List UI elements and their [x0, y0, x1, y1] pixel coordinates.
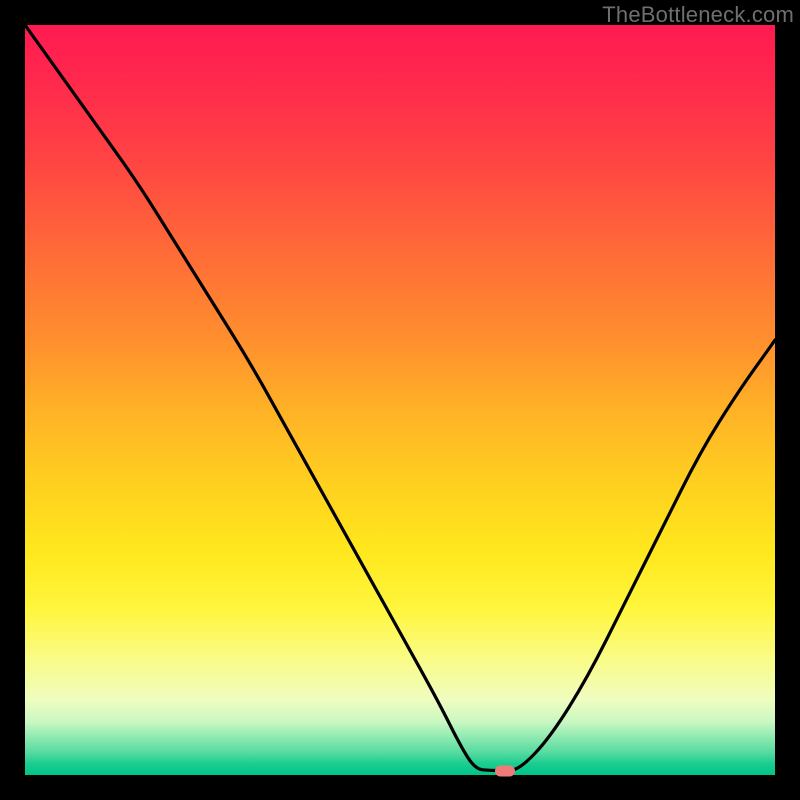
optimal-marker [495, 765, 515, 776]
bottleneck-curve [25, 25, 775, 775]
plot-area [25, 25, 775, 775]
chart-frame: TheBottleneck.com [0, 0, 800, 800]
